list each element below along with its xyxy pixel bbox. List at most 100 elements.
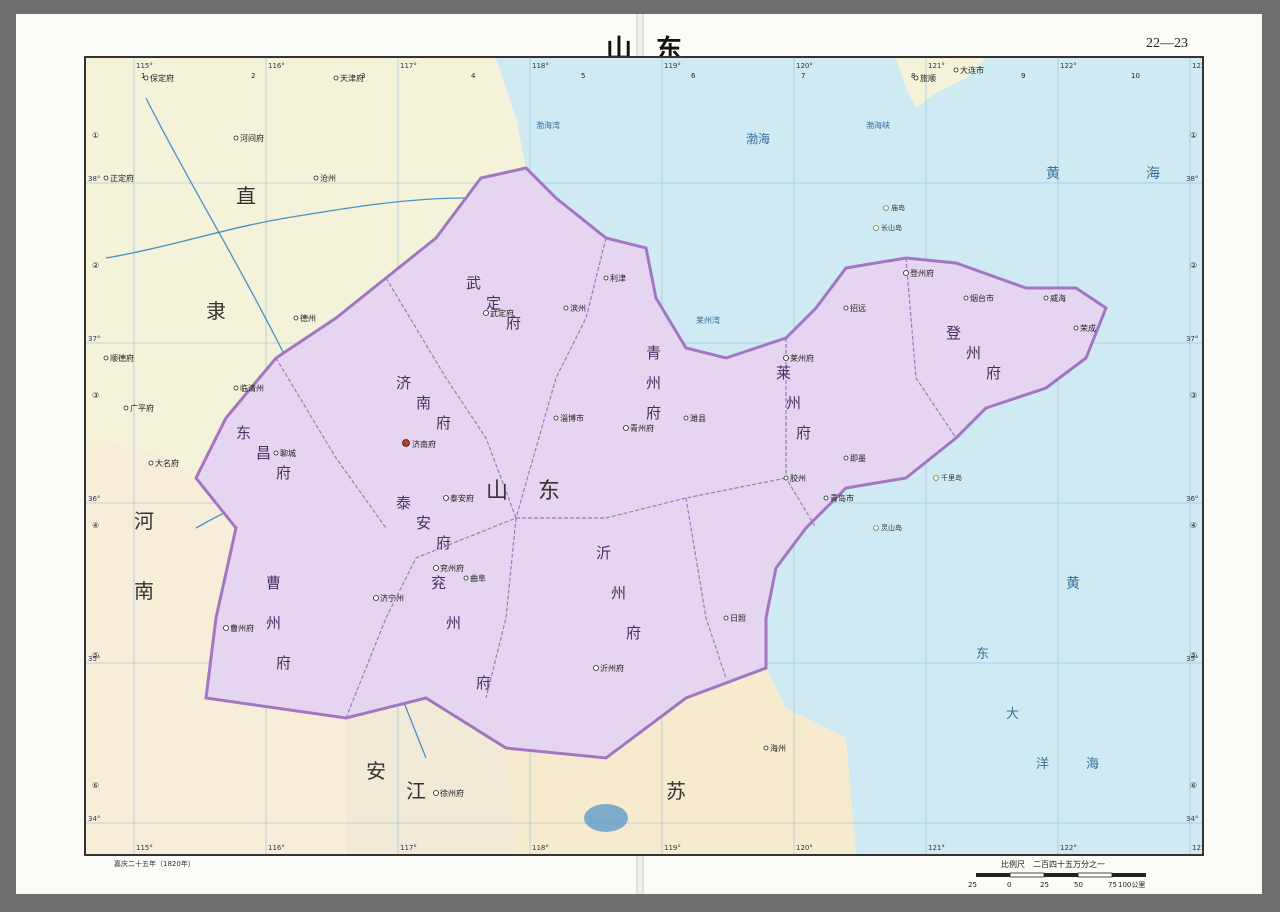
- svg-text:州: 州: [611, 584, 626, 602]
- svg-text:青岛市: 青岛市: [830, 493, 854, 503]
- svg-text:南: 南: [416, 394, 431, 412]
- svg-text:招远: 招远: [850, 303, 866, 313]
- svg-text:徐州府: 徐州府: [440, 788, 464, 798]
- svg-text:府: 府: [796, 424, 811, 442]
- latitude-label: 37°: [88, 335, 100, 343]
- longitude-label: 118°: [532, 62, 549, 70]
- svg-text:胶州: 胶州: [790, 473, 806, 483]
- label-zhili-1: 直: [236, 184, 256, 208]
- latitude-label-right: 38°: [1186, 175, 1198, 183]
- grid-row-number-right: ④: [1190, 521, 1197, 530]
- svg-text:济: 济: [396, 374, 411, 392]
- svg-text:顺德府: 顺德府: [110, 353, 134, 363]
- label-east-sea-3: 洋: [1036, 757, 1049, 772]
- historical-map[interactable]: 115° 115° 116° 116° 117° 117° 118° 118° 119° 119°…: [86, 58, 1202, 854]
- label-east-sea-2: 大: [1006, 707, 1019, 722]
- svg-text:府: 府: [436, 534, 451, 552]
- latitude-label-right: 34°: [1186, 815, 1198, 823]
- svg-text:昌: 昌: [256, 444, 271, 462]
- latitude-label-right: 37°: [1186, 335, 1198, 343]
- svg-text:庙岛: 庙岛: [891, 203, 905, 212]
- edition-note: 嘉庆二十五年（1820年）: [114, 860, 195, 868]
- svg-text:长山岛: 长山岛: [881, 223, 902, 232]
- svg-text:东: 东: [236, 424, 251, 442]
- svg-text:济宁州: 济宁州: [380, 593, 404, 603]
- grid-col-number: 9: [1021, 72, 1025, 80]
- svg-text:府: 府: [476, 674, 491, 692]
- svg-text:威海: 威海: [1050, 293, 1066, 303]
- scale-tick-3: 50: [1074, 881, 1083, 889]
- label-henan-2: 南: [134, 579, 154, 603]
- svg-text:州: 州: [786, 394, 801, 412]
- scale-tick-4: 75: [1108, 881, 1117, 889]
- latitude-label: 38°: [88, 175, 100, 183]
- svg-text:大名府: 大名府: [155, 458, 179, 468]
- scale-seg-3: [1077, 872, 1113, 878]
- scale-seg-0: [976, 873, 1010, 877]
- latitude-label: 34°: [88, 815, 100, 823]
- svg-text:府: 府: [646, 404, 661, 422]
- scale-title: 比例尺 二百四十五万分之一: [1001, 860, 1105, 869]
- svg-text:沂州府: 沂州府: [600, 663, 624, 673]
- svg-text:泰安府: 泰安府: [450, 493, 474, 503]
- svg-text:旅顺: 旅顺: [920, 73, 936, 83]
- svg-text:荣成: 荣成: [1080, 323, 1096, 333]
- longitude-label-bottom: 116°: [268, 844, 285, 852]
- svg-text:潍县: 潍县: [690, 413, 706, 423]
- longitude-label: 116°: [268, 62, 285, 70]
- longitude-label: 117°: [400, 62, 417, 70]
- scale-seg-2: [1044, 873, 1078, 877]
- label-yellow-sea-1: 黄: [1046, 165, 1060, 182]
- label-bohai: 渤海: [746, 131, 770, 146]
- svg-text:武: 武: [466, 274, 481, 292]
- longitude-label: 123°: [1192, 62, 1202, 70]
- label-henan-1: 河: [134, 509, 154, 533]
- svg-text:保定府: 保定府: [150, 73, 174, 83]
- grid-row-number-right: ②: [1190, 261, 1197, 270]
- svg-text:府: 府: [986, 364, 1001, 382]
- page-number: 22—23: [1146, 36, 1188, 51]
- svg-text:泰: 泰: [396, 494, 411, 512]
- svg-text:海州: 海州: [770, 743, 786, 753]
- svg-text:安: 安: [416, 514, 431, 532]
- label-laizhou-bay: 莱州湾: [696, 315, 720, 325]
- svg-text:德州: 德州: [300, 313, 316, 323]
- scale-tick-5: 100公里: [1118, 881, 1145, 889]
- grid-col-number: 5: [581, 72, 585, 80]
- svg-text:聊城: 聊城: [280, 449, 296, 458]
- grid-row-number-left: ④: [92, 521, 99, 530]
- longitude-label-bottom: 117°: [400, 844, 417, 852]
- svg-text:济南府: 济南府: [412, 439, 436, 449]
- svg-text:武定府: 武定府: [490, 308, 514, 318]
- svg-text:千里岛: 千里岛: [941, 473, 962, 482]
- svg-text:河间府: 河间府: [240, 133, 264, 143]
- longitude-label-bottom: 120°: [796, 844, 813, 852]
- grid-row-number-left: ①: [92, 131, 99, 140]
- label-east-sea-4: 海: [1086, 757, 1099, 772]
- label-bohai-strait: 渤海峡: [866, 120, 890, 130]
- label-anhui: 安: [366, 759, 386, 783]
- svg-text:即墨: 即墨: [850, 454, 866, 463]
- svg-text:天津府: 天津府: [340, 73, 364, 83]
- svg-text:曹州府: 曹州府: [230, 623, 254, 633]
- label-yellow-sea-2: 海: [1146, 166, 1160, 182]
- svg-text:州: 州: [446, 614, 461, 632]
- scale-seg-4: [1112, 873, 1146, 877]
- svg-text:正定府: 正定府: [110, 173, 134, 183]
- atlas-page: 山东 22—23 115° 115° 116° 116° 117° 117° 118° 118…: [16, 14, 1262, 894]
- svg-text:日照: 日照: [730, 614, 746, 623]
- scale-tick-0: 25: [968, 881, 977, 889]
- svg-text:临清州: 临清州: [240, 383, 264, 393]
- longitude-label-bottom: 123°: [1192, 844, 1202, 852]
- label-jiangsu-1: 江: [406, 779, 426, 803]
- latitude-label-right: 36°: [1186, 495, 1198, 503]
- svg-text:滨州: 滨州: [570, 303, 586, 313]
- scale-tick-1: 0: [1007, 881, 1011, 889]
- lake-hongze: [584, 804, 628, 832]
- latitude-label: 36°: [88, 495, 100, 503]
- svg-text:沂: 沂: [596, 544, 611, 562]
- grid-row-number-right: ①: [1190, 131, 1197, 140]
- svg-text:广平府: 广平府: [130, 403, 154, 413]
- label-east-sea-1: 东: [976, 647, 989, 662]
- grid-row-number-right: ⑤: [1190, 651, 1197, 660]
